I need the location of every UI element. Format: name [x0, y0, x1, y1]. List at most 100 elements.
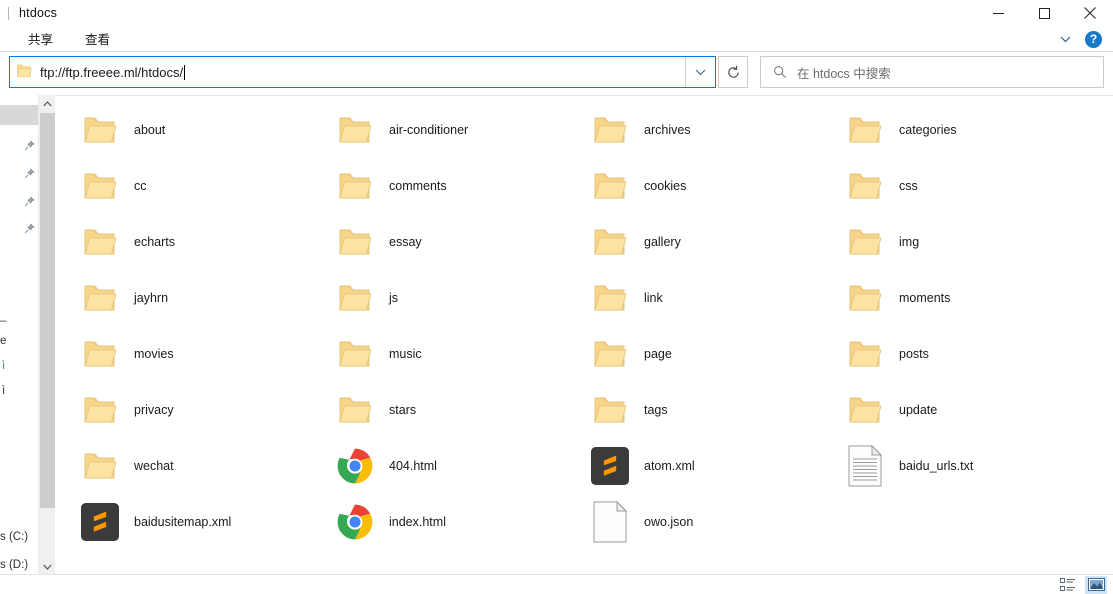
file-item[interactable]: link — [566, 270, 821, 326]
file-item[interactable]: comments — [311, 158, 566, 214]
folder-icon — [594, 397, 627, 423]
file-item-label: baidu_urls.txt — [899, 459, 974, 473]
file-item[interactable]: stars — [311, 382, 566, 438]
folder-icon — [84, 285, 117, 311]
file-item[interactable]: tags — [566, 382, 821, 438]
file-item[interactable]: music — [311, 326, 566, 382]
pin-icon — [24, 196, 35, 210]
nav-item-label[interactable]: ì — [2, 360, 5, 372]
window-controls — [975, 0, 1113, 26]
file-item-label: wechat — [134, 459, 174, 473]
file-item-label: posts — [899, 347, 929, 361]
nav-item-label[interactable]: s (D:) — [0, 559, 28, 571]
file-item[interactable]: page — [566, 326, 821, 382]
nav-pane-scrollbar[interactable] — [38, 95, 55, 575]
file-icon-wrap — [591, 444, 629, 488]
expand-ribbon-button[interactable] — [1055, 29, 1075, 49]
sublime-text-icon — [81, 503, 119, 541]
file-item-label: js — [389, 291, 399, 305]
large-icons-view-button[interactable] — [1085, 575, 1107, 594]
chevron-down-icon — [43, 564, 52, 570]
file-item[interactable]: moments — [821, 270, 1076, 326]
folder-icon-wrap — [591, 388, 629, 432]
close-icon — [1084, 7, 1096, 19]
file-item[interactable]: css — [821, 158, 1076, 214]
folder-icon-wrap — [336, 276, 374, 320]
folder-icon-wrap — [81, 220, 119, 264]
tab-share[interactable]: 共享 — [18, 26, 63, 51]
search-field[interactable]: 在 htdocs 中搜索 — [760, 56, 1104, 88]
file-item[interactable]: wechat — [56, 438, 311, 494]
file-item[interactable]: about — [56, 102, 311, 158]
file-icon-wrap — [336, 500, 374, 544]
file-item[interactable]: gallery — [566, 214, 821, 270]
help-button[interactable]: ? — [1085, 30, 1102, 48]
file-item[interactable]: jayhrn — [56, 270, 311, 326]
nav-selected-item[interactable] — [0, 105, 38, 125]
file-item[interactable]: posts — [821, 326, 1076, 382]
file-item[interactable]: cookies — [566, 158, 821, 214]
file-item[interactable]: air-conditioner — [311, 102, 566, 158]
navigation-pane: _e ì ì s (C:) s (D:) — [0, 95, 38, 575]
nav-item-label[interactable]: e — [0, 335, 6, 347]
file-item[interactable]: categories — [821, 102, 1076, 158]
file-item[interactable]: movies — [56, 326, 311, 382]
minimize-button[interactable] — [975, 0, 1021, 26]
folder-icon — [84, 397, 117, 423]
folder-icon — [594, 285, 627, 311]
minimize-icon — [992, 12, 1004, 14]
address-bar-value: ftp://ftp.freeee.ml/htdocs/ — [40, 64, 184, 80]
file-item[interactable]: update — [821, 382, 1076, 438]
file-item[interactable]: echarts — [56, 214, 311, 270]
file-item-label: owo.json — [644, 515, 694, 529]
file-item[interactable]: essay — [311, 214, 566, 270]
file-item-label: link — [644, 291, 663, 305]
folder-icon-wrap — [336, 164, 374, 208]
nav-item-label[interactable]: s (C:) — [0, 531, 28, 543]
file-item[interactable]: archives — [566, 102, 821, 158]
file-item[interactable]: js — [311, 270, 566, 326]
address-history-dropdown[interactable] — [685, 57, 715, 87]
file-item-label: echarts — [134, 235, 175, 249]
file-item[interactable]: cc — [56, 158, 311, 214]
maximize-button[interactable] — [1021, 0, 1067, 26]
nav-item-label[interactable]: _ — [0, 310, 6, 322]
file-item[interactable]: img — [821, 214, 1076, 270]
file-item[interactable]: baidusitemap.xml — [56, 494, 311, 550]
folder-icon — [339, 341, 372, 367]
close-button[interactable] — [1067, 0, 1113, 26]
chevron-down-icon — [695, 69, 706, 75]
folder-icon-wrap — [336, 108, 374, 152]
folder-icon — [339, 285, 372, 311]
refresh-button[interactable] — [718, 56, 748, 88]
file-item[interactable]: privacy — [56, 382, 311, 438]
folder-icon — [84, 117, 117, 143]
scroll-down-button[interactable] — [39, 558, 56, 575]
details-view-button[interactable] — [1057, 576, 1079, 594]
folder-icon — [84, 173, 117, 199]
folder-icon — [84, 341, 117, 367]
tab-view[interactable]: 查看 — [75, 26, 120, 51]
file-item[interactable]: index.html — [311, 494, 566, 550]
nav-item-label[interactable]: ì — [2, 385, 5, 397]
folder-icon-wrap — [846, 108, 884, 152]
scrollbar-thumb[interactable] — [40, 113, 55, 508]
folder-icon-wrap — [81, 444, 119, 488]
file-item[interactable]: owo.json — [566, 494, 821, 550]
file-item[interactable]: atom.xml — [566, 438, 821, 494]
file-item-label: moments — [899, 291, 951, 305]
folder-icon-wrap — [81, 388, 119, 432]
file-item[interactable]: baidu_urls.txt — [821, 438, 1076, 494]
pin-icon — [24, 140, 35, 154]
folder-icon — [84, 453, 117, 479]
folder-icon — [339, 397, 372, 423]
generic-file-icon — [593, 501, 627, 543]
file-item-label: essay — [389, 235, 422, 249]
folder-icon — [849, 285, 882, 311]
address-bar[interactable]: ftp://ftp.freeee.ml/htdocs/ — [9, 56, 716, 88]
folder-icon-wrap — [81, 108, 119, 152]
file-icon-wrap — [336, 444, 374, 488]
file-item[interactable]: 404.html — [311, 438, 566, 494]
pin-icon — [24, 168, 35, 182]
scroll-up-button[interactable] — [39, 95, 56, 112]
